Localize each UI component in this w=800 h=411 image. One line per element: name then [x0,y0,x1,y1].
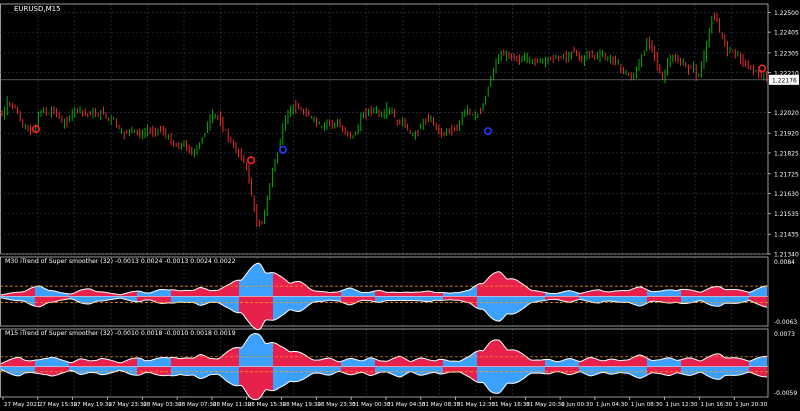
time-label: 27 May 15:30 [39,402,78,408]
indicator-label-m15: M15 iTrend of Super smoother (32) -0.001… [5,330,236,337]
time-label: 28 May 03:30 [143,402,182,408]
time-label: 31 May 00:30 [352,402,391,408]
indicator-axis-min: -0.0063 [774,319,797,326]
time-label: 1 Jun 20:30 [735,402,767,408]
time-label: 28 May 23:30 [317,402,356,408]
price-label: 1.22020 [774,110,799,117]
indicator-axis-min: -0.0059 [774,390,797,397]
time-label: 1 Jun 04:30 [596,402,628,408]
time-label: 27 May 2021 [4,402,41,408]
price-label: 1.21725 [774,171,799,178]
time-label: 1 Jun 16:30 [700,402,732,408]
time-label: 31 May 04:30 [387,402,426,408]
symbol-title: EURUSD,M15 [14,5,61,13]
price-label: 1.21535 [774,211,799,218]
time-label: 28 May 19:30 [283,402,322,408]
time-label: 31 May 12:30 [457,402,496,408]
time-label: 28 May 07:30 [178,402,217,408]
price-label: 1.21435 [774,232,799,239]
price-label: 1.21340 [774,252,799,259]
time-label: 27 May 19:30 [74,402,113,408]
price-label: 1.22405 [774,30,799,37]
time-label: 31 May 16:30 [491,402,530,408]
indicator-axis-max: 0.0084 [774,259,795,266]
indicator-label-m30: M30 iTrend of Super smoother (32) -0.001… [5,258,236,265]
price-label: 1.21630 [774,191,799,198]
time-label: 1 Jun 00:30 [561,402,593,408]
time-label: 31 May 20:30 [526,402,565,408]
indicator-axis-max: 0.0073 [774,331,795,338]
chart-canvas[interactable]: 0.0084 -0.0063 0.0073 -0.0059 1.22500 1.224… [0,0,800,411]
price-label: 1.21920 [774,131,799,138]
current-price-label: 1.22176 [772,77,797,84]
time-label: 28 May 11:30 [213,402,252,408]
time-label: 1 Jun 08:30 [631,402,663,408]
time-label: 1 Jun 12:30 [666,402,698,408]
time-label: 27 May 23:30 [108,402,147,408]
price-label: 1.21825 [774,150,799,157]
price-label: 1.22500 [774,10,799,17]
time-label: 31 May 08:30 [422,402,461,408]
price-label: 1.22305 [774,50,799,57]
time-label: 28 May 15:30 [248,402,287,408]
chart-background [0,0,800,411]
